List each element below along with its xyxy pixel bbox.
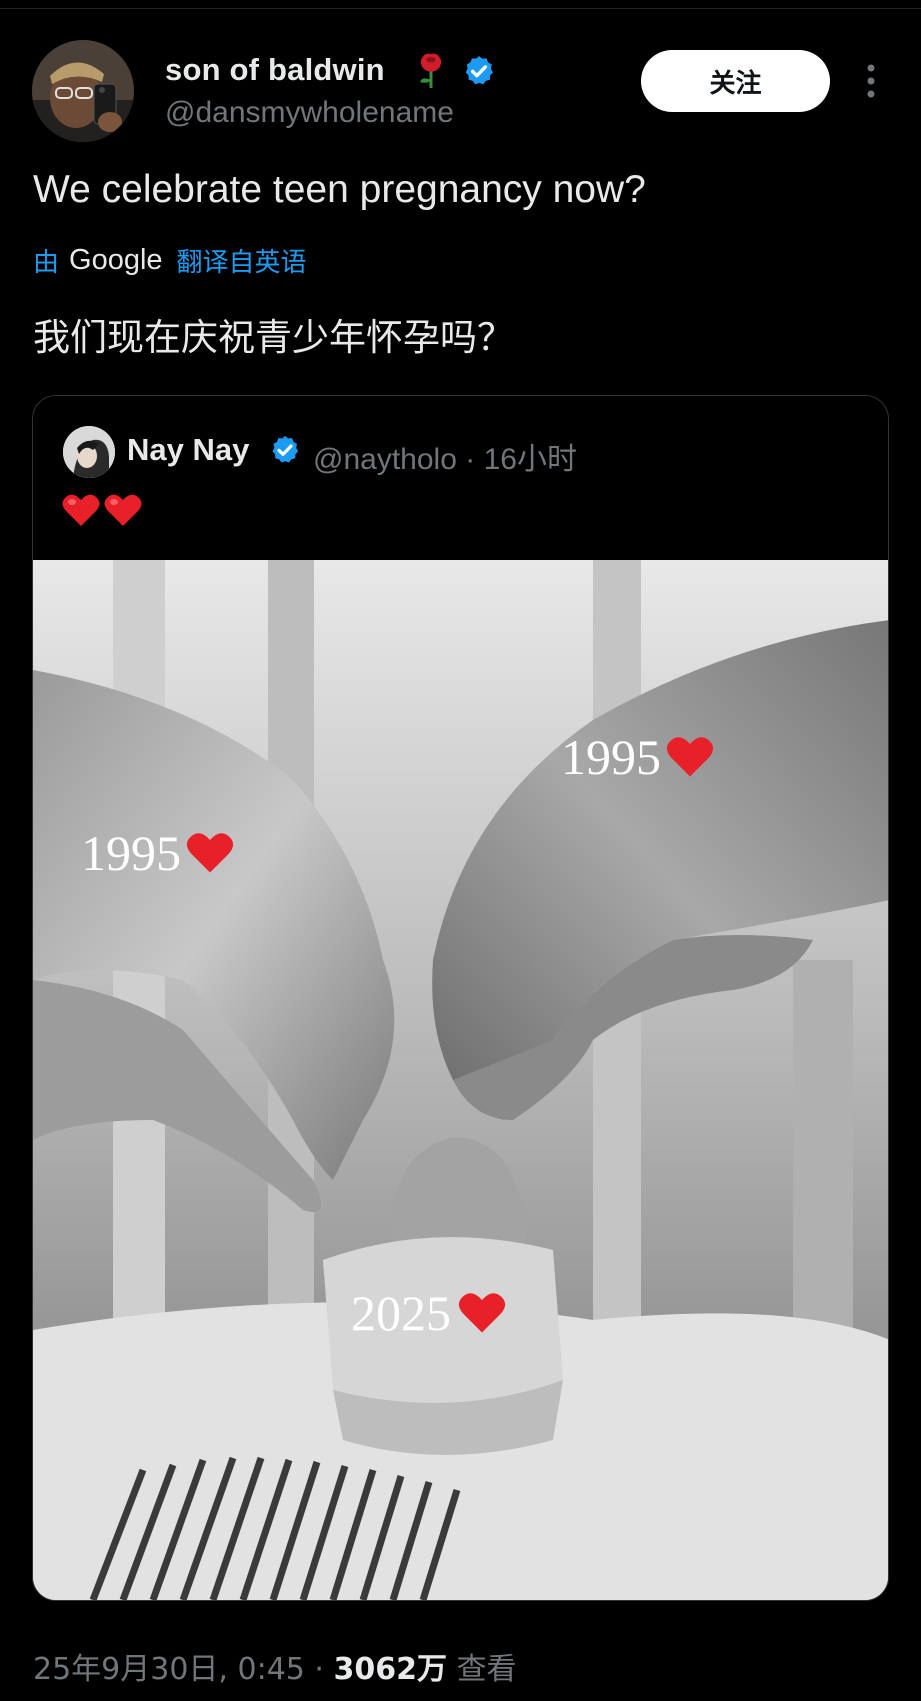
meta-separator: · — [465, 443, 476, 476]
more-options-icon[interactable] — [864, 62, 878, 100]
quoted-handle[interactable]: @naytholo — [313, 443, 457, 476]
quoted-time[interactable]: 16小时 — [484, 443, 577, 476]
divider — [0, 8, 921, 9]
quoted-author-avatar[interactable] — [63, 426, 115, 478]
rose-icon — [414, 50, 448, 90]
tweet-page: son of baldwin @dansmywholename 关注 We ce… — [0, 0, 921, 1701]
follow-button[interactable]: 关注 — [641, 50, 830, 112]
translation-attribution: 由 Google 翻译自英语 — [33, 240, 307, 280]
heart-icon — [62, 494, 100, 526]
author-display-name[interactable]: son of baldwin — [165, 52, 385, 88]
footer-separator: · — [314, 1652, 324, 1687]
photo-label-right: 1995 — [561, 729, 661, 785]
view-count: 3062万 — [333, 1652, 448, 1687]
quoted-verified-badge-icon — [269, 434, 301, 466]
translated-by-label: 由 — [33, 247, 60, 278]
verified-badge-icon — [462, 54, 496, 88]
quoted-photo[interactable]: 1995 1995 2025 — [33, 560, 888, 1600]
photo-label-baby: 2025 — [351, 1285, 451, 1341]
author-handle[interactable]: @dansmywholename — [165, 96, 454, 130]
photo-label-left: 1995 — [81, 825, 181, 881]
quoted-tweet-card[interactable]: Nay Nay @naytholo · 16小时 1995 1995 2025 — [32, 395, 889, 1601]
translated-text: 我们现在庆祝青少年怀孕吗？ — [33, 316, 514, 359]
quoted-display-name[interactable]: Nay Nay — [127, 432, 249, 468]
quoted-body-hearts — [61, 492, 143, 528]
author-avatar[interactable] — [32, 40, 134, 142]
tweet-footer: 25年9月30日, 0:45 · 3062万 查看 — [33, 1644, 517, 1688]
translated-from-link[interactable]: 翻译自英语 — [177, 242, 307, 279]
google-logo: Google — [69, 243, 163, 276]
tweet-text: We celebrate teen pregnancy now? — [33, 168, 646, 211]
views-label: 查看 — [456, 1652, 517, 1687]
quoted-meta: @naytholo · 16小时 — [313, 434, 577, 478]
tweet-timestamp[interactable]: 25年9月30日, 0:45 — [33, 1652, 305, 1687]
heart-icon — [104, 494, 142, 526]
